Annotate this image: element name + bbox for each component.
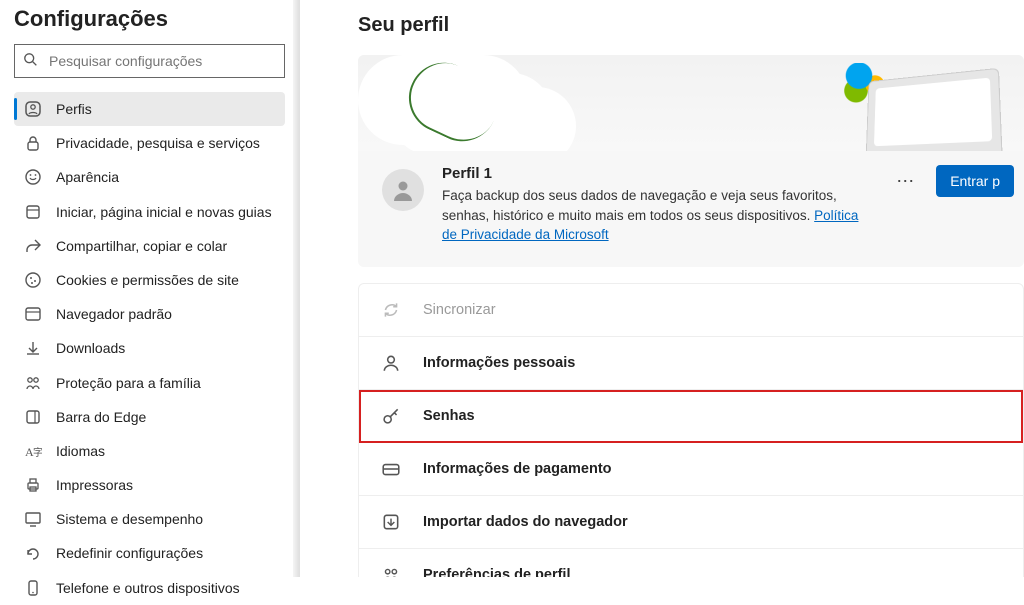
more-options-button[interactable]: ⋯ [890,167,922,196]
sidebar-item-appearance[interactable]: Aparência [14,160,285,194]
sidebar-item-cookie[interactable]: Cookies e permissões de site [14,263,285,297]
sidebar-item-share[interactable]: Compartilhar, copiar e colar [14,229,285,263]
browser-icon [24,305,42,323]
settings-item-sync: Sincronizar [359,284,1023,337]
search-icon [23,52,39,71]
card-icon [381,459,401,479]
settings-item-label: Informações de pagamento [423,461,612,477]
sidebar-item-family[interactable]: Proteção para a família [14,366,285,400]
sidebar-item-phone[interactable]: Telefone e outros dispositivos [14,571,285,605]
profile-row: Perfil 1 Faça backup dos seus dados de n… [358,151,1024,267]
cookie-icon [24,271,42,289]
sidebar-item-printer[interactable]: Impressoras [14,468,285,502]
start-icon [24,203,42,221]
settings-item-label: Sincronizar [423,302,496,318]
sidebar-item-profile[interactable]: Perfis [14,92,285,126]
profile-icon [24,100,42,118]
hero-illustration [358,55,1024,151]
sidebar-item-label: Telefone e outros dispositivos [56,579,240,597]
profile-actions: ⋯ Entrar p [890,165,1014,197]
search-input[interactable] [39,53,276,69]
sidebar-item-label: Sistema e desempenho [56,510,203,528]
download-icon [24,339,42,357]
settings-item-import[interactable]: Importar dados do navegador [359,496,1023,549]
appearance-icon [24,168,42,186]
profile-description-text: Faça backup dos seus dados de navegação … [442,188,837,223]
sidebar-nav: Perfis Privacidade, pesquisa e serviços Ap… [14,92,285,605]
avatar [382,169,424,211]
sidebar-item-label: Privacidade, pesquisa e serviços [56,134,260,152]
sidebar-item-label: Proteção para a família [56,374,201,392]
profile-text: Perfil 1 Faça backup dos seus dados de n… [442,165,872,245]
edgebar-icon [24,408,42,426]
laptop-illustration [866,68,1003,151]
sidebar-item-label: Compartilhar, copiar e colar [56,237,227,255]
settings-item-person[interactable]: Informações pessoais [359,337,1023,390]
family-icon [24,374,42,392]
profile-hero: Perfil 1 Faça backup dos seus dados de n… [358,55,1024,267]
reset-icon [24,545,42,563]
search-container[interactable] [14,44,285,78]
sync-icon [381,300,401,320]
sidebar-item-lock[interactable]: Privacidade, pesquisa e serviços [14,126,285,160]
settings-item-label: Preferências de perfil [423,567,571,577]
sidebar-item-edgebar[interactable]: Barra do Edge [14,400,285,434]
sidebar-item-system[interactable]: Sistema e desempenho [14,502,285,536]
settings-item-label: Importar dados do navegador [423,514,628,530]
prefs-icon [381,565,401,577]
settings-item-key[interactable]: Senhas [359,390,1023,443]
page-title: Seu perfil [358,0,1024,55]
phone-icon [24,579,42,597]
sidebar-item-reset[interactable]: Redefinir configurações [14,536,285,570]
sidebar-item-label: Barra do Edge [56,408,146,426]
import-icon [381,512,401,532]
sidebar-item-download[interactable]: Downloads [14,331,285,365]
settings-item-card[interactable]: Informações de pagamento [359,443,1023,496]
settings-sidebar: Configurações Perfis Privacidade, pesquis… [0,0,300,577]
printer-icon [24,476,42,494]
system-icon [24,510,42,528]
sidebar-item-label: Downloads [56,339,125,357]
sidebar-item-label: Navegador padrão [56,305,172,323]
person-icon [381,353,401,373]
settings-item-label: Informações pessoais [423,355,575,371]
profile-description: Faça backup dos seus dados de navegação … [442,186,872,245]
lock-icon [24,134,42,152]
sidebar-title: Configurações [14,0,285,44]
sign-in-button[interactable]: Entrar p [936,165,1014,197]
sidebar-item-label: Redefinir configurações [56,544,203,562]
sidebar-item-label: Aparência [56,168,119,186]
sidebar-item-browser[interactable]: Navegador padrão [14,297,285,331]
main-content: Seu perfil Perfil 1 Faça backup dos seus… [300,0,1024,577]
sidebar-item-label: Idiomas [56,442,105,460]
settings-item-prefs[interactable]: Preferências de perfil [359,549,1023,577]
share-icon [24,237,42,255]
sidebar-item-start[interactable]: Iniciar, página inicial e novas guias [14,195,285,229]
settings-item-label: Senhas [423,408,475,424]
sidebar-item-label: Iniciar, página inicial e novas guias [56,203,272,221]
sidebar-item-label: Cookies e permissões de site [56,271,239,289]
key-icon [381,406,401,426]
profile-settings-list: Sincronizar Informações pessoais Senhas Inf… [358,283,1024,577]
language-icon [24,442,42,460]
sidebar-item-language[interactable]: Idiomas [14,434,285,468]
profile-name: Perfil 1 [442,165,872,182]
sidebar-item-label: Impressoras [56,476,133,494]
sidebar-item-label: Perfis [56,100,92,118]
